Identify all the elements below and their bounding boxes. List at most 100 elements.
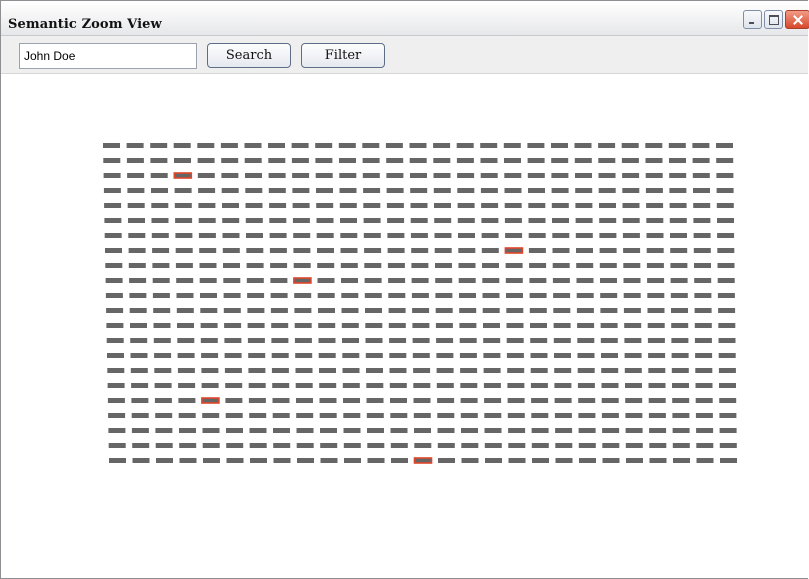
grid-item[interactable] xyxy=(272,383,290,388)
grid-item[interactable] xyxy=(436,338,454,343)
grid-item[interactable] xyxy=(532,458,549,463)
grid-item[interactable] xyxy=(225,413,243,418)
grid-item[interactable] xyxy=(554,383,572,388)
grid-item[interactable] xyxy=(177,323,194,328)
grid-item[interactable] xyxy=(578,413,596,418)
grid-item[interactable] xyxy=(552,278,570,283)
grid-item[interactable] xyxy=(249,428,267,433)
grid-item[interactable] xyxy=(506,353,524,358)
grid-item[interactable] xyxy=(531,443,549,448)
grid-item[interactable] xyxy=(315,143,333,148)
grid-item[interactable] xyxy=(435,293,453,298)
grid-item[interactable] xyxy=(410,218,428,223)
grid-item[interactable] xyxy=(621,143,639,148)
grid-item[interactable] xyxy=(174,203,192,208)
grid-item[interactable] xyxy=(269,233,287,238)
grid-item[interactable] xyxy=(201,353,219,358)
grid-item[interactable] xyxy=(601,383,619,388)
grid-item[interactable] xyxy=(222,248,240,253)
grid-item[interactable] xyxy=(362,143,380,148)
grid-item[interactable] xyxy=(551,158,569,163)
grid-item[interactable] xyxy=(459,293,476,298)
grid-item[interactable] xyxy=(411,248,429,253)
grid-item[interactable] xyxy=(505,278,523,283)
grid-item[interactable] xyxy=(339,173,357,178)
grid-item[interactable] xyxy=(155,413,173,418)
grid-item[interactable] xyxy=(199,248,217,253)
grid-item[interactable] xyxy=(602,443,620,448)
grid-item[interactable] xyxy=(717,248,735,253)
grid-item[interactable] xyxy=(200,338,218,343)
grid-item[interactable] xyxy=(552,218,569,223)
highlighted-grid-item[interactable] xyxy=(201,397,220,404)
grid-item[interactable] xyxy=(626,458,643,463)
grid-item[interactable] xyxy=(579,458,596,463)
grid-item[interactable] xyxy=(719,398,737,403)
grid-item[interactable] xyxy=(365,338,383,343)
highlighted-grid-item[interactable] xyxy=(293,277,312,284)
grid-item[interactable] xyxy=(601,398,619,403)
grid-item[interactable] xyxy=(695,413,713,418)
grid-item[interactable] xyxy=(388,293,406,298)
grid-item[interactable] xyxy=(387,248,405,253)
grid-item[interactable] xyxy=(530,338,548,343)
grid-item[interactable] xyxy=(458,278,476,283)
grid-item[interactable] xyxy=(623,248,641,253)
grid-item[interactable] xyxy=(244,158,262,163)
grid-item[interactable] xyxy=(292,218,310,223)
grid-item[interactable] xyxy=(155,428,173,433)
grid-item[interactable] xyxy=(530,323,547,328)
grid-item[interactable] xyxy=(692,158,710,163)
grid-item[interactable] xyxy=(575,203,593,208)
grid-item[interactable] xyxy=(272,413,290,418)
grid-item[interactable] xyxy=(150,173,168,178)
grid-item[interactable] xyxy=(461,428,478,433)
grid-item[interactable] xyxy=(200,323,218,328)
grid-item[interactable] xyxy=(505,263,523,268)
grid-item[interactable] xyxy=(175,233,193,238)
grid-item[interactable] xyxy=(551,143,568,148)
grid-item[interactable] xyxy=(248,383,266,388)
grid-item[interactable] xyxy=(623,263,641,268)
grid-item[interactable] xyxy=(506,293,523,298)
grid-item[interactable] xyxy=(576,248,593,253)
grid-item[interactable] xyxy=(177,353,195,358)
grid-item[interactable] xyxy=(342,368,360,373)
grid-item[interactable] xyxy=(107,383,125,388)
grid-item[interactable] xyxy=(527,158,545,163)
grid-item[interactable] xyxy=(175,248,193,253)
grid-item[interactable] xyxy=(294,308,312,313)
grid-item[interactable] xyxy=(482,308,500,313)
grid-item[interactable] xyxy=(577,368,595,373)
grid-item[interactable] xyxy=(223,278,241,283)
grid-item[interactable] xyxy=(366,368,383,373)
grid-item[interactable] xyxy=(105,263,123,268)
grid-item[interactable] xyxy=(177,338,195,343)
grid-item[interactable] xyxy=(269,248,287,253)
grid-item[interactable] xyxy=(437,443,455,448)
grid-item[interactable] xyxy=(717,233,735,238)
grid-item[interactable] xyxy=(296,443,314,448)
grid-item[interactable] xyxy=(645,158,663,163)
grid-item[interactable] xyxy=(600,323,618,328)
grid-item[interactable] xyxy=(528,248,546,253)
grid-item[interactable] xyxy=(433,143,451,148)
grid-item[interactable] xyxy=(246,263,264,268)
grid-item[interactable] xyxy=(320,443,338,448)
grid-item[interactable] xyxy=(625,413,643,418)
grid-item[interactable] xyxy=(506,338,524,343)
grid-item[interactable] xyxy=(575,173,592,178)
grid-item[interactable] xyxy=(103,188,121,193)
grid-item[interactable] xyxy=(551,173,569,178)
grid-item[interactable] xyxy=(367,428,384,433)
grid-item[interactable] xyxy=(599,218,617,223)
grid-item[interactable] xyxy=(127,203,145,208)
grid-item[interactable] xyxy=(692,143,710,148)
grid-item[interactable] xyxy=(649,428,667,433)
grid-item[interactable] xyxy=(554,368,572,373)
grid-item[interactable] xyxy=(577,353,595,358)
grid-item[interactable] xyxy=(271,338,289,343)
grid-item[interactable] xyxy=(410,203,428,208)
grid-item[interactable] xyxy=(367,458,385,463)
grid-item[interactable] xyxy=(107,368,125,373)
